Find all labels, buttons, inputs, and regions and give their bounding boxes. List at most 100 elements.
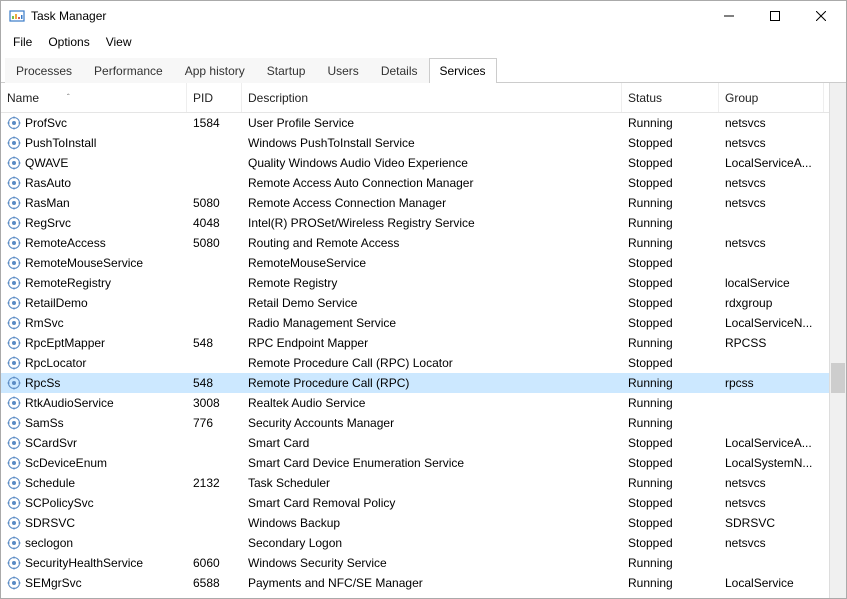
scrollbar-thumb[interactable] bbox=[831, 363, 845, 393]
service-group: localService bbox=[719, 276, 824, 290]
header-pid[interactable]: PID bbox=[187, 83, 242, 112]
table-row[interactable]: SDRSVCWindows BackupStoppedSDRSVC bbox=[1, 513, 829, 533]
table-row[interactable]: PushToInstallWindows PushToInstall Servi… bbox=[1, 133, 829, 153]
tab-app-history[interactable]: App history bbox=[174, 58, 256, 83]
table-row[interactable]: ProfSvc1584User Profile ServiceRunningne… bbox=[1, 113, 829, 133]
service-group: rpcss bbox=[719, 376, 824, 390]
table-row[interactable]: RpcSs548Remote Procedure Call (RPC)Runni… bbox=[1, 373, 829, 393]
service-gear-icon bbox=[7, 396, 21, 410]
service-description: Windows Security Service bbox=[242, 556, 622, 570]
service-gear-icon bbox=[7, 476, 21, 490]
service-group: netsvcs bbox=[719, 476, 824, 490]
menubar: File Options View bbox=[1, 31, 846, 53]
window-title: Task Manager bbox=[31, 9, 706, 23]
minimize-button[interactable] bbox=[706, 1, 752, 31]
service-gear-icon bbox=[7, 196, 21, 210]
header-status[interactable]: Status bbox=[622, 83, 719, 112]
tab-details[interactable]: Details bbox=[370, 58, 429, 83]
table-body: ProfSvc1584User Profile ServiceRunningne… bbox=[1, 113, 829, 593]
service-status: Stopped bbox=[622, 536, 719, 550]
service-pid: 548 bbox=[187, 376, 242, 390]
service-name: RmSvc bbox=[25, 316, 64, 330]
table-row[interactable]: SamSs776Security Accounts ManagerRunning bbox=[1, 413, 829, 433]
service-gear-icon bbox=[7, 116, 21, 130]
table-row[interactable]: SCPolicySvcSmart Card Removal PolicyStop… bbox=[1, 493, 829, 513]
service-group: rdxgroup bbox=[719, 296, 824, 310]
service-description: Remote Procedure Call (RPC) Locator bbox=[242, 356, 622, 370]
service-pid: 4048 bbox=[187, 216, 242, 230]
table-row[interactable]: RtkAudioService3008Realtek Audio Service… bbox=[1, 393, 829, 413]
service-status: Running bbox=[622, 576, 719, 590]
service-group: LocalServiceA... bbox=[719, 436, 824, 450]
table-row[interactable]: seclogonSecondary LogonStoppednetsvcs bbox=[1, 533, 829, 553]
service-gear-icon bbox=[7, 376, 21, 390]
header-description[interactable]: Description bbox=[242, 83, 622, 112]
service-group: netsvcs bbox=[719, 196, 824, 210]
service-name: RetailDemo bbox=[25, 296, 88, 310]
service-gear-icon bbox=[7, 576, 21, 590]
service-gear-icon bbox=[7, 536, 21, 550]
service-gear-icon bbox=[7, 356, 21, 370]
service-description: RPC Endpoint Mapper bbox=[242, 336, 622, 350]
menu-options[interactable]: Options bbox=[40, 33, 97, 51]
services-table[interactable]: Nameˆ PID Description Status Group ProfS… bbox=[1, 83, 829, 598]
tab-performance[interactable]: Performance bbox=[83, 58, 174, 83]
service-group: LocalService bbox=[719, 576, 824, 590]
table-row[interactable]: SCardSvrSmart CardStoppedLocalServiceA..… bbox=[1, 433, 829, 453]
service-gear-icon bbox=[7, 296, 21, 310]
tab-processes[interactable]: Processes bbox=[5, 58, 83, 83]
service-description: Smart Card Device Enumeration Service bbox=[242, 456, 622, 470]
service-gear-icon bbox=[7, 416, 21, 430]
service-pid: 6060 bbox=[187, 556, 242, 570]
table-row[interactable]: RasMan5080Remote Access Connection Manag… bbox=[1, 193, 829, 213]
maximize-button[interactable] bbox=[752, 1, 798, 31]
service-name: RemoteRegistry bbox=[25, 276, 111, 290]
service-pid: 2132 bbox=[187, 476, 242, 490]
service-status: Stopped bbox=[622, 496, 719, 510]
service-description: Task Scheduler bbox=[242, 476, 622, 490]
table-row[interactable]: RemoteRegistry Remote RegistryStoppedloca… bbox=[1, 273, 829, 293]
service-name: SDRSVC bbox=[25, 516, 75, 530]
service-group: netsvcs bbox=[719, 116, 824, 130]
titlebar[interactable]: Task Manager bbox=[1, 1, 846, 31]
close-button[interactable] bbox=[798, 1, 844, 31]
vertical-scrollbar[interactable] bbox=[829, 83, 846, 598]
tab-users[interactable]: Users bbox=[316, 58, 369, 83]
service-name: RasAuto bbox=[25, 176, 71, 190]
table-row[interactable]: ScDeviceEnumSmart Card Device Enumeratio… bbox=[1, 453, 829, 473]
table-row[interactable]: SecurityHealthService6060Windows Securit… bbox=[1, 553, 829, 573]
header-name[interactable]: Nameˆ bbox=[1, 83, 187, 112]
table-row[interactable]: RpcLocatorRemote Procedure Call (RPC) Lo… bbox=[1, 353, 829, 373]
service-description: Remote Access Auto Connection Manager bbox=[242, 176, 622, 190]
service-group: netsvcs bbox=[719, 176, 824, 190]
service-description: Windows PushToInstall Service bbox=[242, 136, 622, 150]
service-description: Remote Access Connection Manager bbox=[242, 196, 622, 210]
table-row[interactable]: Schedule2132Task SchedulerRunningnetsvcs bbox=[1, 473, 829, 493]
service-status: Running bbox=[622, 376, 719, 390]
table-row[interactable]: RegSrvc4048Intel(R) PROSet/Wireless Regi… bbox=[1, 213, 829, 233]
table-row[interactable]: SEMgrSvc6588Payments and NFC/SE ManagerR… bbox=[1, 573, 829, 593]
table-row[interactable]: RetailDemoRetail Demo ServiceStoppedrdxg… bbox=[1, 293, 829, 313]
table-row[interactable]: RpcEptMapper548RPC Endpoint MapperRunnin… bbox=[1, 333, 829, 353]
table-row[interactable]: RasAuto Remote Access Auto Connection Man… bbox=[1, 173, 829, 193]
menu-file[interactable]: File bbox=[5, 33, 40, 51]
menu-view[interactable]: View bbox=[98, 33, 140, 51]
service-group: netsvcs bbox=[719, 136, 824, 150]
service-description: Remote Registry bbox=[242, 276, 622, 290]
table-row[interactable]: QWAVEQuality Windows Audio Video Experie… bbox=[1, 153, 829, 173]
header-group[interactable]: Group bbox=[719, 83, 824, 112]
service-name: SCPolicySvc bbox=[25, 496, 94, 510]
service-description: Security Accounts Manager bbox=[242, 416, 622, 430]
service-status: Stopped bbox=[622, 356, 719, 370]
service-description: User Profile Service bbox=[242, 116, 622, 130]
tab-startup[interactable]: Startup bbox=[256, 58, 317, 83]
service-status: Stopped bbox=[622, 276, 719, 290]
sort-indicator-icon: ˆ bbox=[67, 93, 70, 102]
table-row[interactable]: RemoteAccess5080Routing and Remote Acces… bbox=[1, 233, 829, 253]
tabstrip: ProcessesPerformanceApp historyStartupUs… bbox=[1, 57, 846, 83]
table-row[interactable]: RmSvcRadio Management ServiceStoppedLoca… bbox=[1, 313, 829, 333]
table-row[interactable]: RemoteMouseServiceRemoteMouseServiceStop… bbox=[1, 253, 829, 273]
tab-services[interactable]: Services bbox=[429, 58, 497, 83]
service-status: Running bbox=[622, 476, 719, 490]
window-controls bbox=[706, 1, 844, 31]
